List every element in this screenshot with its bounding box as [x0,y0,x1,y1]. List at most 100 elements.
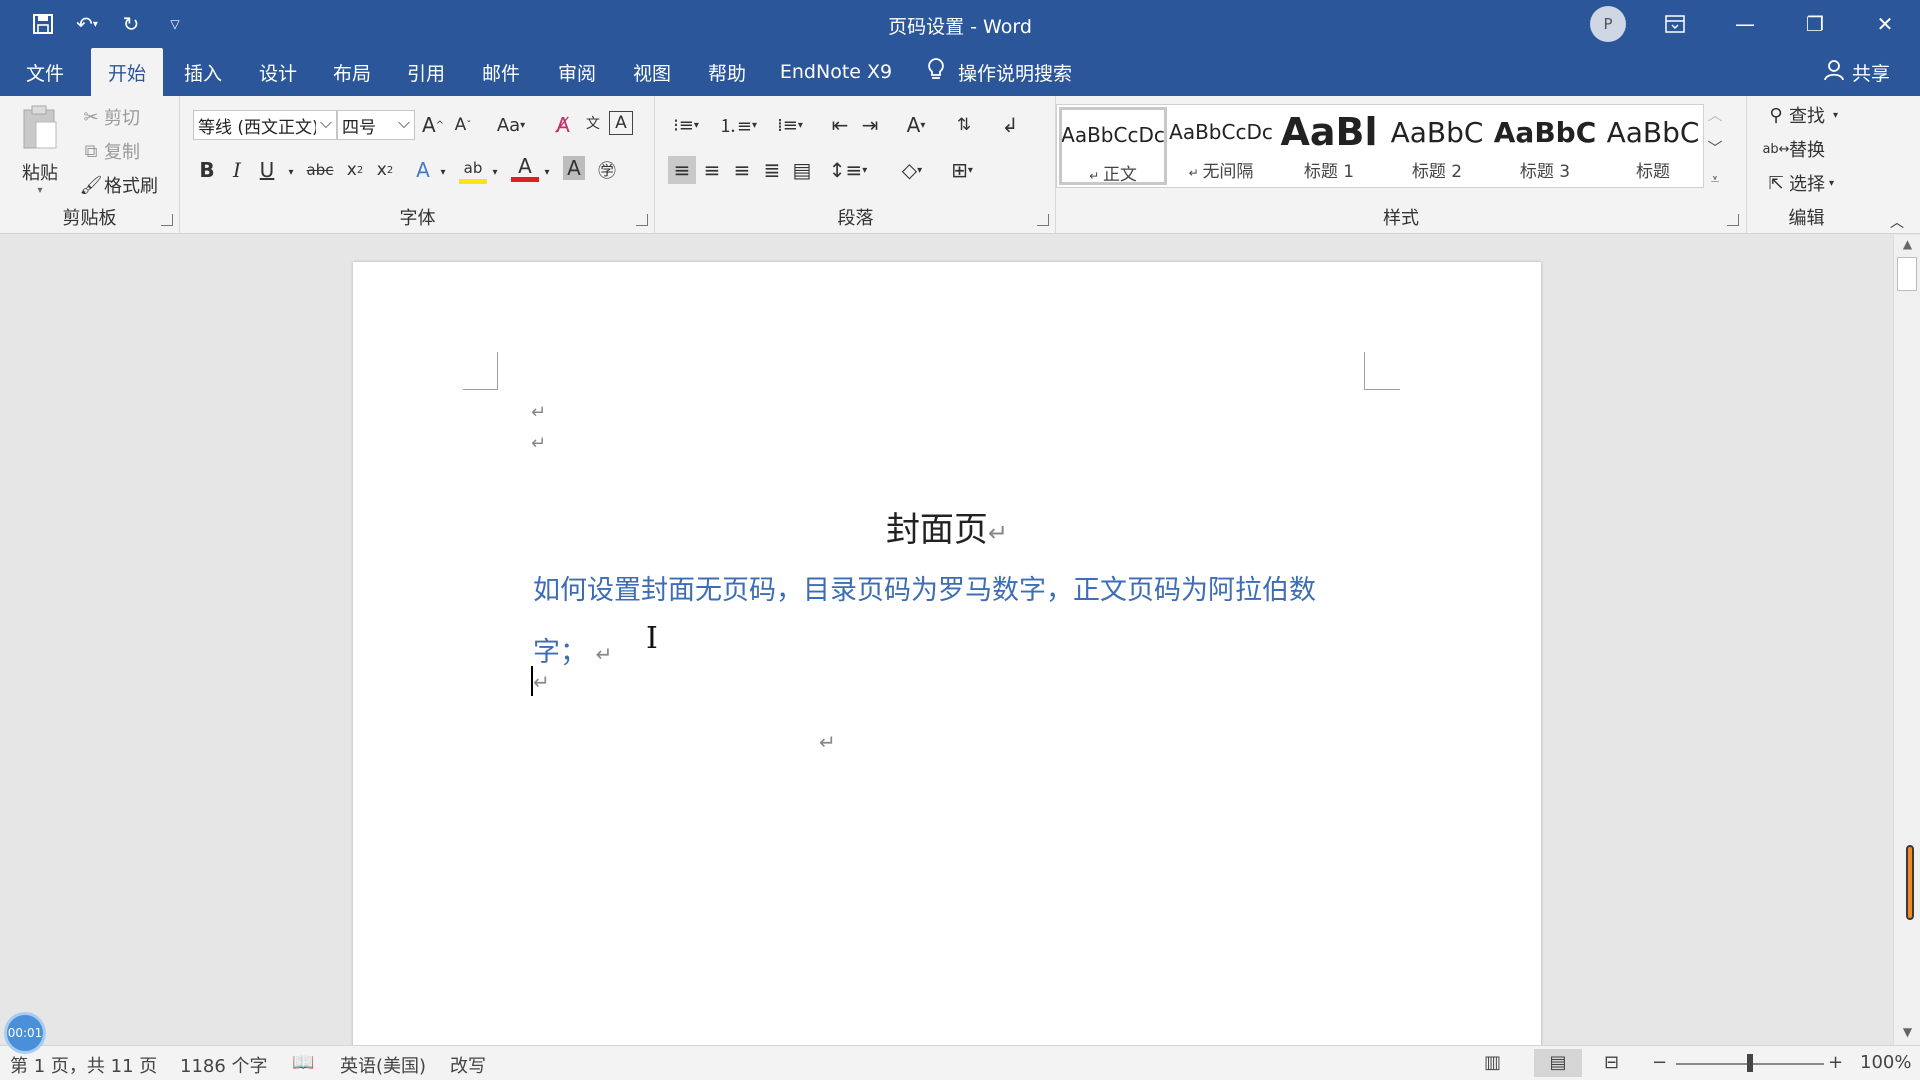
character-shading-icon[interactable]: A [563,156,585,180]
font-size-combo[interactable]: 四号 ⌵ [337,110,415,140]
scroll-up-icon[interactable]: ▲ [1894,237,1920,255]
document-page[interactable]: ↵ ↵ 封面页↵ 如何设置封面无页码，目录页码为罗马数字，正文页码为阿拉伯数 字… [353,262,1541,1052]
tab-design[interactable]: 设计 [247,48,309,96]
web-layout-icon[interactable]: ⊟ [1604,1052,1619,1073]
close-icon[interactable]: ✕ [1850,0,1920,48]
tab-home[interactable]: 开始 [91,48,163,96]
format-painter-button[interactable]: 🖌 格式刷 [78,172,158,198]
chevron-down-icon[interactable]: ﹀ [1707,137,1722,158]
increase-indent-icon[interactable]: ⇥ [856,111,884,139]
zoom-out-icon[interactable]: − [1652,1052,1667,1073]
enclose-characters-icon[interactable]: ㊫ [593,156,621,184]
tab-view[interactable]: 视图 [621,48,683,96]
paragraph-launcher-icon[interactable] [1037,214,1049,226]
document-heading[interactable]: 封面页↵ [353,502,1541,551]
justify-icon[interactable]: ≣ [758,156,786,184]
tab-layout[interactable]: 布局 [321,48,383,96]
read-mode-icon[interactable]: ▥ [1484,1052,1501,1073]
style-sample: AaBbCcDc [1169,120,1273,144]
tab-mailings[interactable]: 邮件 [470,48,532,96]
style-heading-2[interactable]: AaBbC 标题 2 [1383,107,1491,185]
print-layout-icon[interactable]: ▤ [1534,1049,1582,1077]
style-heading-1[interactable]: AaBl 标题 1 [1275,107,1383,185]
tab-file[interactable]: 文件 [14,48,76,96]
copy-icon: ⧉ [84,140,98,162]
style-name: 无间隔 [1202,162,1254,182]
ribbon-display-icon[interactable] [1640,0,1710,48]
subscript-icon[interactable]: x2 [341,156,369,184]
change-case-icon[interactable]: Aa ▾ [491,111,531,139]
select-button[interactable]: ⇱ 选择 ▾ [1763,170,1834,196]
shading-icon[interactable]: ◇ ▾ [892,156,932,184]
word-count[interactable]: 1186 个字 [180,1052,268,1078]
zoom-slider-thumb[interactable] [1747,1054,1753,1072]
align-center-icon[interactable]: ≡ [698,156,726,184]
paste-button[interactable]: 粘贴 ▾ [20,104,60,196]
paste-label: 粘贴 [22,163,58,184]
share-button[interactable]: 共享 [1824,48,1890,96]
multilevel-list-icon[interactable]: ⁞≡ ▾ [770,111,810,139]
show-marks-icon[interactable]: ↲ [996,111,1024,139]
language[interactable]: 英语(美国) [340,1052,426,1078]
clipboard-launcher-icon[interactable] [161,214,173,226]
style-normal[interactable]: AaBbCcDc ↵ 正文 [1059,107,1167,185]
find-button[interactable]: ⚲ 查找 ▾ [1763,102,1838,128]
phonetic-guide-icon[interactable]: 文 [579,109,607,137]
avatar[interactable]: P [1590,6,1626,42]
page-count[interactable]: 第 1 页，共 11 页 [10,1052,157,1078]
vertical-scrollbar[interactable]: ▲ ▼ [1893,235,1920,1045]
borders-icon[interactable]: ⊞ ▾ [942,156,982,184]
collapse-ribbon-icon[interactable]: ︿ [1890,212,1904,232]
style-heading-3[interactable]: AaBbC 标题 3 [1491,107,1599,185]
grow-font-icon[interactable]: A ^ [419,111,447,139]
copy-button[interactable]: ⧉ 复制 [78,138,140,164]
shrink-font-icon[interactable]: Aˇ [449,111,477,139]
chinese-layout-icon[interactable]: A ▾ [896,111,936,139]
italic-icon[interactable]: I [223,156,251,184]
zoom-level[interactable]: 100% [1860,1052,1911,1073]
superscript-icon[interactable]: x2 [371,156,399,184]
style-no-spacing[interactable]: AaBbCcDc ↵ 无间隔 [1167,107,1275,185]
clear-formatting-icon[interactable]: A̸ [549,111,577,139]
highlight-dropdown-icon[interactable]: ▾ [481,158,509,186]
chevron-up-icon[interactable]: ︿ [1707,104,1722,125]
cut-button[interactable]: ✂ 剪切 [78,104,140,130]
tab-review[interactable]: 审阅 [546,48,608,96]
scroll-down-icon[interactable]: ▼ [1894,1025,1920,1043]
bold-icon[interactable]: B [193,156,221,184]
font-color-dropdown-icon[interactable]: ▾ [533,158,561,186]
bullets-icon[interactable]: ⁝≡ ▾ [666,111,706,139]
sort-icon[interactable]: ⇅ [950,111,978,139]
replace-button[interactable]: ab↔ 替换 [1762,136,1825,162]
character-border-icon[interactable]: A [609,111,633,135]
font-name-combo[interactable]: 等线 (西文正文) ⌵ [193,110,337,140]
proofing-icon[interactable]: 📖 [292,1052,314,1073]
tab-help[interactable]: 帮助 [696,48,758,96]
font-launcher-icon[interactable] [636,214,648,226]
strikethrough-icon[interactable]: abc [303,156,337,184]
tab-endnote[interactable]: EndNote X9 [775,48,897,96]
styles-launcher-icon[interactable] [1727,214,1739,226]
text-effects-dropdown-icon[interactable]: ▾ [429,158,457,186]
ibeam-cursor-icon: I [646,621,658,656]
align-left-icon[interactable]: ≡ [668,156,696,184]
tell-me-search[interactable]: 操作说明搜索 [926,48,1072,96]
decrease-indent-icon[interactable]: ⇤ [826,111,854,139]
underline-dropdown-icon[interactable]: ▾ [277,158,305,186]
line-spacing-icon[interactable]: ↕≡ ▾ [828,156,868,184]
select-label: 选择 [1789,174,1825,195]
numbering-icon[interactable]: ⒈≡ ▾ [718,111,758,139]
tab-references[interactable]: 引用 [395,48,457,96]
restore-icon[interactable]: ❐ [1780,0,1850,48]
find-label: 查找 [1789,106,1825,127]
minimize-icon[interactable]: — [1710,0,1780,48]
document-area[interactable]: ↵ ↵ 封面页↵ 如何设置封面无页码，目录页码为罗马数字，正文页码为阿拉伯数 字… [0,235,1920,1052]
tab-insert[interactable]: 插入 [172,48,234,96]
style-title[interactable]: AaBbC 标题 [1599,107,1707,185]
distributed-icon[interactable]: ▤ [788,156,816,184]
more-icon[interactable]: ⩡ [1711,170,1719,188]
scroll-thumb[interactable] [1897,257,1917,291]
overtype-mode[interactable]: 改写 [450,1052,486,1078]
align-right-icon[interactable]: ≡ [728,156,756,184]
zoom-in-icon[interactable]: + [1828,1052,1843,1073]
